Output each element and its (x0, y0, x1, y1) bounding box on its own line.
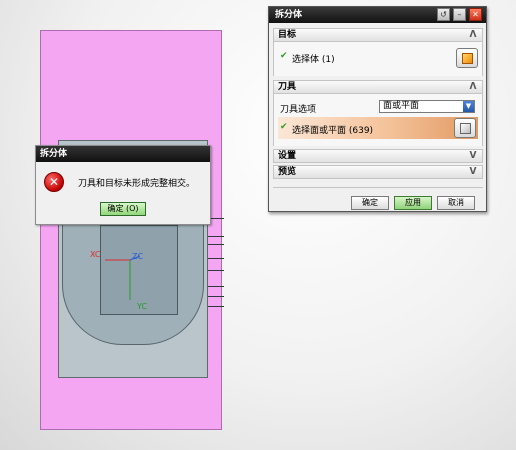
section-preview-header[interactable]: 预览 ᐯ (273, 165, 483, 179)
chevron-down-icon: ᐯ (469, 167, 477, 177)
section-target-body: ✔ 选择体 (1) (273, 42, 483, 76)
section-settings-header[interactable]: 设置 ᐯ (273, 149, 483, 163)
select-face-label: 选择面或平面 (639) (292, 126, 374, 136)
chevron-down-icon: ▼ (463, 101, 474, 112)
section-tool-label: 刀具 (278, 82, 297, 92)
xc-label: XC (90, 250, 101, 259)
cancel-button[interactable]: 取消 (437, 196, 475, 210)
zc-label: ZC (132, 252, 144, 261)
tool-option-value: 面或平面 (383, 101, 420, 111)
apply-button[interactable]: 应用 (394, 196, 432, 210)
chevron-up-icon: ᐱ (469, 30, 477, 40)
cube-icon (462, 53, 473, 64)
check-icon: ✔ (280, 122, 288, 132)
section-settings-label: 设置 (278, 151, 297, 161)
edge-line (208, 306, 224, 307)
edge-line (208, 286, 224, 287)
select-body-label: 选择体 (1) (292, 55, 335, 65)
chevron-up-icon: ᐱ (469, 82, 477, 92)
edge-line (208, 236, 224, 237)
tool-option-select[interactable]: 面或平面 ▼ (379, 100, 475, 113)
close-button[interactable]: ✕ (469, 8, 482, 21)
select-body-button[interactable] (456, 48, 478, 68)
section-tool-header[interactable]: 刀具 ᐱ (273, 80, 483, 94)
chevron-down-icon: ᐯ (469, 151, 477, 161)
face-cube-icon (460, 123, 471, 134)
message-box-title: 拆分体 (36, 146, 210, 162)
section-target-label: 目标 (278, 30, 297, 40)
edge-line (208, 296, 224, 297)
select-face-row[interactable]: ✔ 选择面或平面 (639) (278, 117, 478, 139)
message-ok-button[interactable]: 确定 (O) (100, 202, 146, 216)
edge-line (208, 270, 224, 271)
check-icon: ✔ (280, 51, 288, 61)
select-face-button[interactable] (454, 118, 476, 138)
error-message-box: 拆分体 ✕ 刀具和目标未形成完整相交。 确定 (O) (35, 145, 211, 225)
section-target-header[interactable]: 目标 ᐱ (273, 28, 483, 42)
error-icon: ✕ (44, 172, 64, 192)
message-text: 刀具和目标未形成完整相交。 (78, 179, 196, 189)
divider (273, 187, 483, 188)
yc-label: YC (137, 302, 148, 311)
ok-button[interactable]: 确定 (351, 196, 389, 210)
tool-option-label: 刀具选项 (280, 105, 317, 115)
edge-line (208, 258, 224, 259)
section-preview-label: 预览 (278, 167, 297, 177)
minimize-button[interactable]: – (453, 8, 466, 21)
restore-button[interactable]: ↺ (437, 8, 450, 21)
edge-line (208, 244, 224, 245)
